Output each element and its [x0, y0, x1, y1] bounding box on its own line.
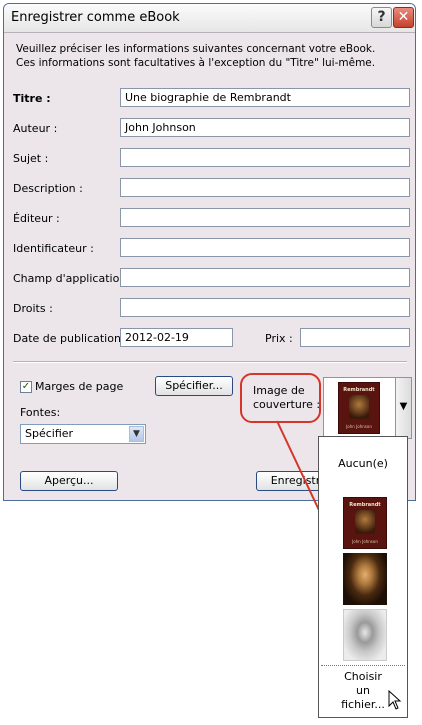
identifier-field[interactable]: [120, 238, 410, 257]
preview-button[interactable]: Aperçu...: [20, 471, 118, 491]
margins-label: Marges de page: [35, 380, 124, 393]
mouse-cursor-icon: [388, 690, 402, 710]
publisher-field[interactable]: [120, 208, 410, 227]
margins-checkbox[interactable]: ✓: [20, 381, 32, 393]
cover-option-none[interactable]: Aucun(e): [319, 457, 407, 470]
scope-field[interactable]: [120, 268, 410, 287]
identifier-label: Identificateur :: [13, 242, 94, 255]
fonts-select-value: Spécifier: [25, 427, 74, 440]
cover-option-book-image: [355, 510, 375, 534]
divider: [13, 361, 407, 363]
cover-option-portrait-sketch[interactable]: [343, 609, 387, 661]
intro-text: Veuillez préciser les informations suiva…: [16, 42, 406, 70]
description-field[interactable]: [120, 178, 410, 197]
cover-option-book-author: John Johnson: [352, 539, 378, 544]
scope-label: Champ d'application :: [13, 272, 134, 285]
cover-image-select[interactable]: Rembrandt John Johnson: [323, 377, 396, 439]
help-button[interactable]: ?: [371, 7, 392, 28]
title-field[interactable]: Une biographie de Rembrandt: [120, 88, 410, 107]
window-title: Enregistrer comme eBook: [11, 10, 180, 25]
description-label: Description :: [13, 182, 83, 195]
title-bar[interactable]: Enregistrer comme eBook ? ✕: [4, 4, 415, 33]
rights-field[interactable]: [120, 298, 410, 317]
subject-field[interactable]: [120, 148, 410, 167]
publisher-label: Éditeur :: [13, 212, 60, 225]
price-field[interactable]: [300, 328, 410, 347]
chevron-down-icon[interactable]: ▼: [396, 377, 412, 439]
book-cover-author: John Johnson: [346, 424, 372, 429]
cover-option-book[interactable]: Rembrandt John Johnson: [343, 497, 387, 549]
intro-line-1: Veuillez préciser les informations suiva…: [16, 43, 376, 55]
author-label: Auteur :: [13, 122, 58, 135]
rights-label: Droits :: [13, 302, 53, 315]
cover-label-line-2: couverture :: [253, 398, 321, 411]
fonts-select[interactable]: Spécifier ▼: [20, 424, 146, 444]
cover-option-book-title: Rembrandt: [349, 502, 381, 508]
cover-label-line-1: Image de: [253, 384, 305, 397]
book-cover-title: Rembrandt: [343, 387, 375, 393]
author-field[interactable]: John Johnson: [120, 118, 410, 137]
pub-date-label: Date de publication :: [13, 332, 129, 345]
save-ebook-dialog: Enregistrer comme eBook ? ✕ Veuillez pré…: [3, 3, 416, 501]
cover-option-portrait-color[interactable]: [343, 553, 387, 605]
choose-line-1: Choisir: [344, 670, 382, 683]
price-label: Prix :: [265, 332, 293, 345]
book-cover-image: [349, 395, 369, 419]
cover-image-label: Image de couverture :: [253, 384, 320, 412]
intro-line-2: Ces informations sont facultatives à l'e…: [16, 57, 376, 69]
chevron-down-icon[interactable]: ▼: [129, 426, 144, 442]
book-cover-thumbnail: Rembrandt John Johnson: [338, 382, 380, 434]
close-button[interactable]: ✕: [393, 7, 414, 28]
subject-label: Sujet :: [13, 152, 49, 165]
pub-date-field[interactable]: 2012-02-19: [120, 328, 233, 347]
title-label: Titre :: [13, 92, 51, 105]
specify-button[interactable]: Spécifier...: [155, 376, 233, 396]
fonts-label: Fontes:: [20, 406, 61, 419]
cover-dropdown-list: Aucun(e) Rembrandt John Johnson Choisir …: [318, 436, 408, 718]
